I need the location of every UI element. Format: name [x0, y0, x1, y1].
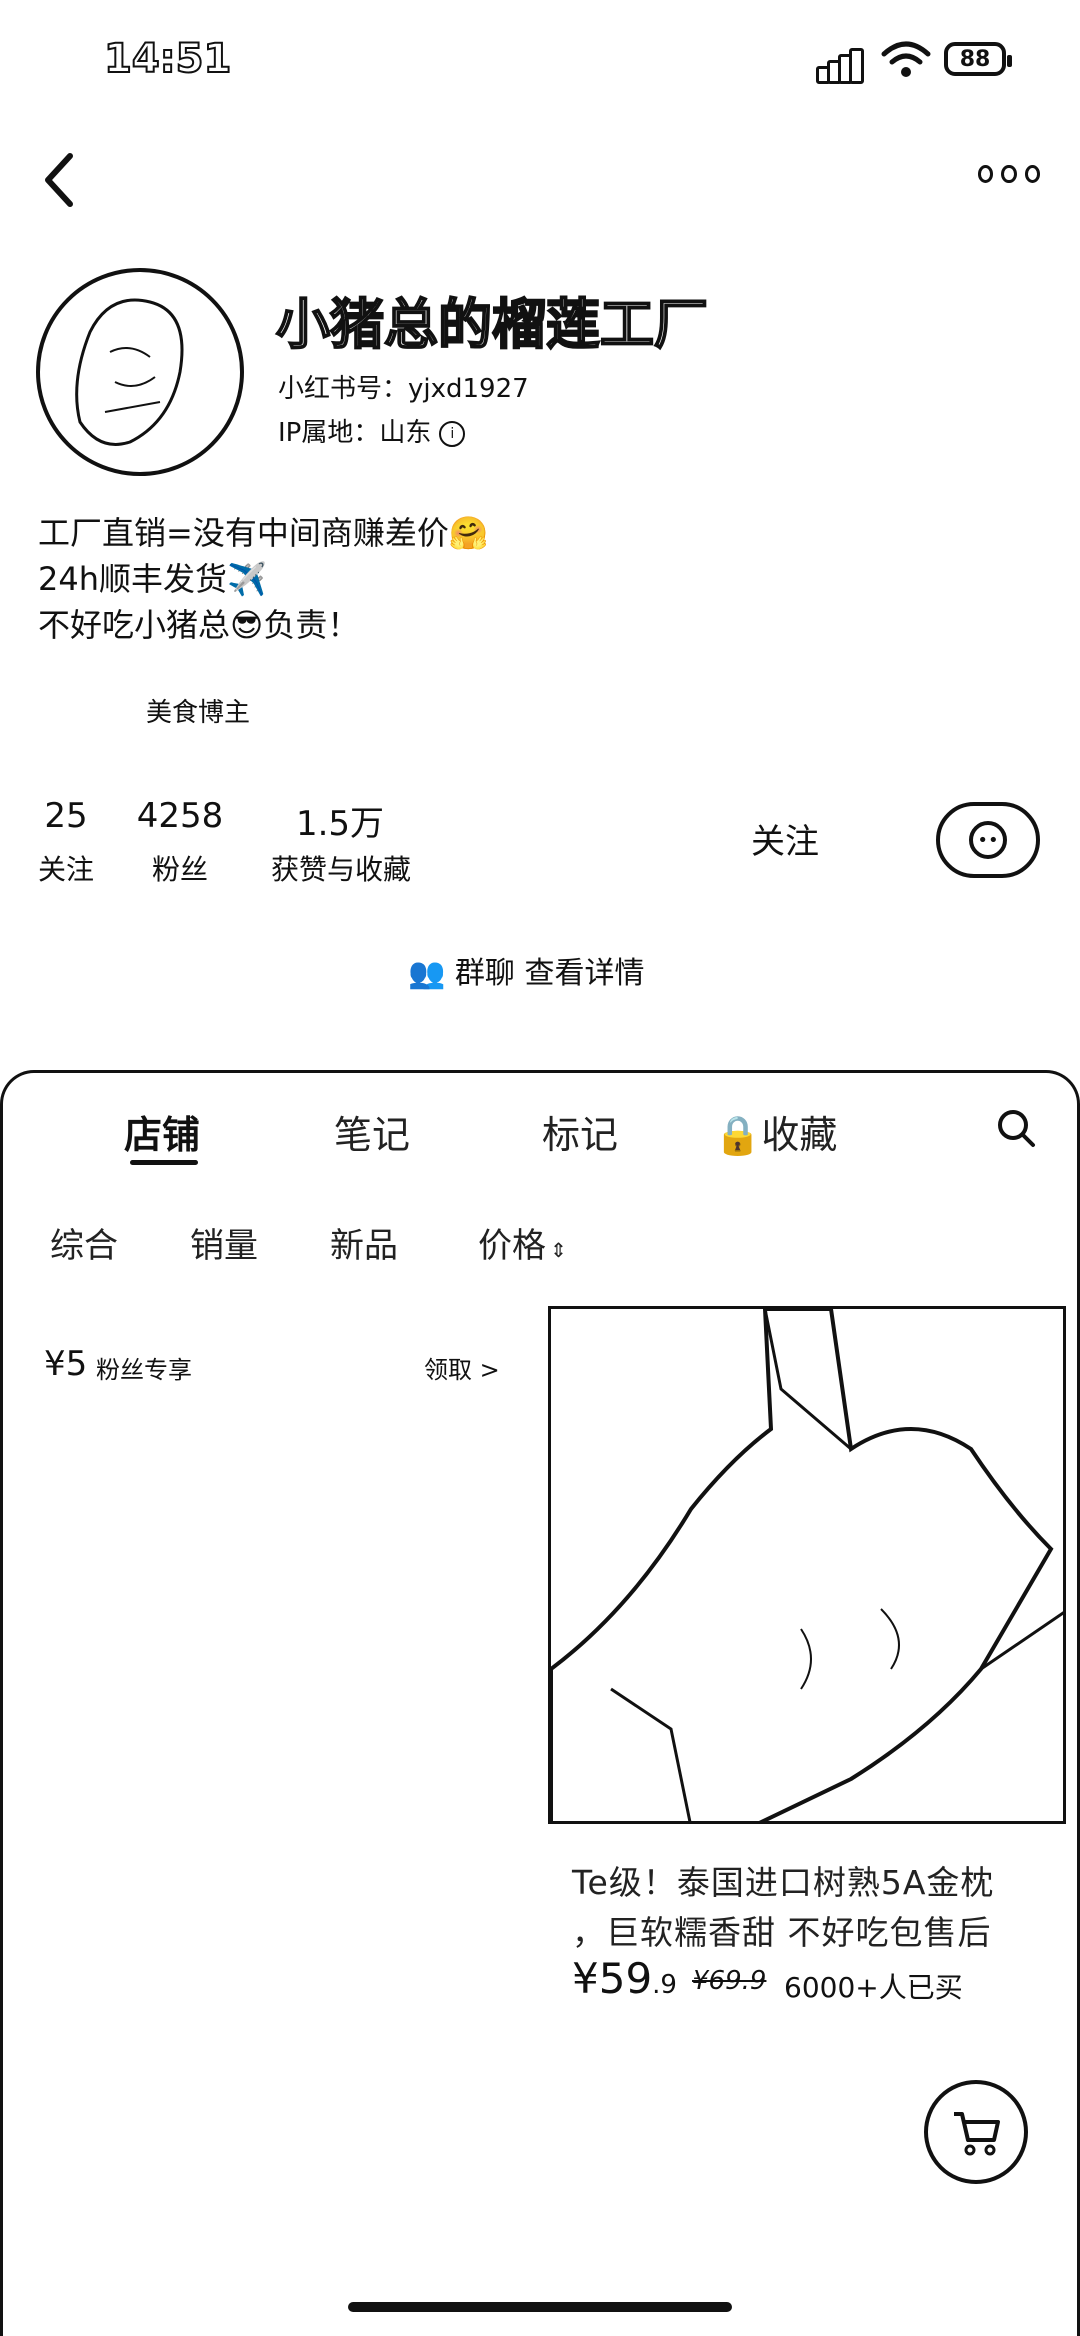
filter-price[interactable]: 价格 ⇕ — [478, 1218, 567, 1267]
coupon-desc: 粉丝专享 — [96, 1356, 192, 1384]
group-chat-label: 群聊 查看详情 — [454, 956, 645, 991]
stat-following-count[interactable]: 25 — [36, 796, 96, 836]
product-title-line[interactable]: Te级！泰国进口树熟5A金枕 — [572, 1856, 994, 1904]
bio-line: 24h顺丰发货✈️ — [38, 560, 267, 598]
status-time: 14:51 — [103, 35, 232, 83]
avatar-image — [75, 298, 184, 446]
cart-icon — [954, 2112, 1000, 2156]
filter-new[interactable]: 新品 — [330, 1218, 398, 1267]
ip-location: IP属地：山东 i — [278, 412, 466, 449]
tab-marks[interactable]: 标记 — [542, 1104, 618, 1159]
tab-collections[interactable]: 🔒收藏 — [714, 1104, 837, 1159]
info-icon[interactable]: i — [439, 420, 466, 447]
tab-store[interactable]: 店铺 — [124, 1104, 200, 1159]
filter-price-label: 价格 — [478, 1226, 546, 1266]
durian-image — [551, 1309, 1063, 1821]
back-icon[interactable] — [40, 150, 80, 210]
sort-icon: ⇕ — [550, 1238, 567, 1262]
bio-line: 不好吃小猪总😎负责！ — [38, 606, 360, 644]
stat-fans-count[interactable]: 4258 — [130, 796, 230, 836]
message-button[interactable]: •• — [936, 802, 1040, 878]
filter-sales[interactable]: 销量 — [190, 1218, 258, 1267]
coupon-amount: ¥5 — [44, 1344, 88, 1384]
group-chat-link[interactable]: 👥 群聊 查看详情 — [408, 948, 644, 992]
coupon-claim-button[interactable]: 领取 > — [424, 1350, 500, 1385]
stat-following-label[interactable]: 关注 — [30, 848, 102, 888]
battery-icon: 88 — [944, 42, 1012, 76]
follow-button[interactable]: 关注 — [690, 800, 880, 876]
active-tab-indicator — [130, 1160, 198, 1165]
group-icon: 👥 — [408, 956, 446, 991]
tab-notes[interactable]: 笔记 — [334, 1104, 410, 1159]
stat-likes-label[interactable]: 获赞与收藏 — [266, 848, 416, 888]
lock-icon: 🔒 — [714, 1113, 762, 1157]
tab-collections-label: 收藏 — [761, 1113, 838, 1157]
filter-overall[interactable]: 综合 — [50, 1218, 118, 1267]
message-icon: •• — [969, 821, 1007, 859]
search-icon[interactable] — [996, 1108, 1036, 1148]
product-price: ¥59.9 — [572, 1954, 677, 2003]
stat-likes-count[interactable]: 1.5万 — [280, 796, 400, 845]
more-icon[interactable] — [978, 160, 1040, 188]
red-id[interactable]: 小红书号：yjxd1927 — [278, 368, 529, 405]
battery-level: 88 — [959, 46, 991, 72]
product-image[interactable] — [548, 1306, 1066, 1824]
price-decimal: .9 — [652, 1970, 677, 2000]
wifi-icon — [881, 41, 931, 77]
sold-count: 6000+人已买 — [784, 1971, 963, 2004]
bio-line: 工厂直销=没有中间商赚差价🤗 — [38, 514, 489, 552]
price-main: ¥59 — [572, 1954, 653, 2003]
ip-text: IP属地：山东 — [278, 418, 432, 448]
creator-tag: 美食博主 — [146, 698, 251, 728]
stat-fans-label[interactable]: 粉丝 — [140, 848, 220, 888]
cart-button[interactable] — [924, 2080, 1028, 2184]
profile-name: 小猪总的榴莲工厂 — [275, 292, 709, 357]
avatar[interactable] — [36, 268, 244, 476]
home-indicator — [348, 2302, 732, 2312]
product-title-line[interactable]: ，巨软糯香甜 不好吃包售后 — [572, 1906, 992, 1954]
original-price: ¥69.9 — [692, 1966, 767, 1996]
signal-icon — [816, 48, 864, 84]
